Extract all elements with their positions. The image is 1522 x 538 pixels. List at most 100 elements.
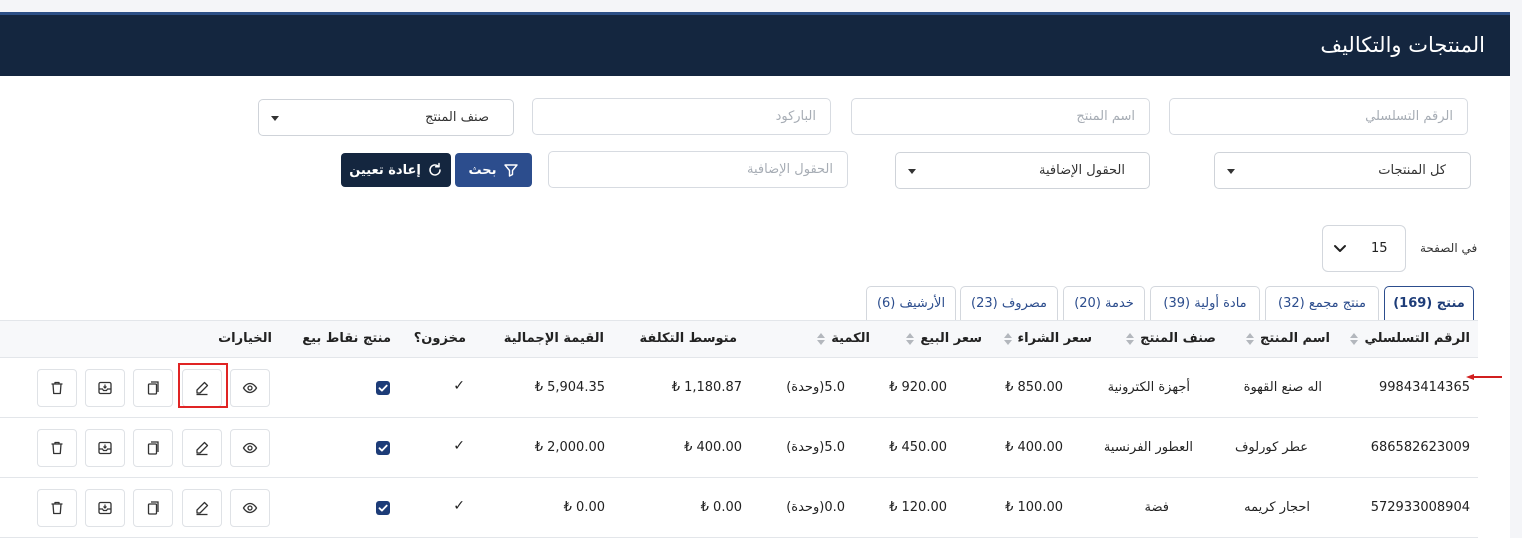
column-serial[interactable]: الرقم التسلسلي <box>1350 331 1470 346</box>
all-products-value: كل المنتجات <box>1378 163 1446 178</box>
reset-button[interactable]: إعادة تعيين <box>341 153 451 187</box>
search-button[interactable]: بحث <box>455 153 532 187</box>
cell-purchase-price: 400.00 ₺ <box>1005 440 1063 455</box>
archive-button[interactable] <box>85 369 125 407</box>
view-icon <box>242 502 258 514</box>
delete-button[interactable] <box>37 369 77 407</box>
extra-fields-input[interactable] <box>549 152 847 187</box>
column-purchase-price[interactable]: سعر الشراء <box>1003 331 1092 346</box>
cell-stored: ✓ <box>453 498 465 514</box>
archive-button[interactable] <box>85 429 125 467</box>
column-quantity[interactable]: الكمية <box>817 331 870 346</box>
product-name-field[interactable] <box>851 98 1150 135</box>
view-icon <box>242 382 258 394</box>
column-name[interactable]: اسم المنتج <box>1246 331 1330 346</box>
column-name-label: اسم المنتج <box>1260 331 1330 346</box>
view-button[interactable] <box>230 489 270 527</box>
page-header: المنتجات والتكاليف <box>0 15 1510 76</box>
sort-icon <box>817 332 826 345</box>
copy-button[interactable] <box>133 369 173 407</box>
cell-avg-cost: 400.00 ₺ <box>684 440 742 455</box>
pos-checkbox[interactable] <box>376 501 390 515</box>
delete-button[interactable] <box>37 489 77 527</box>
column-quantity-label: الكمية <box>831 331 870 346</box>
barcode-input[interactable] <box>533 99 830 134</box>
extra-fields-field[interactable] <box>548 151 848 188</box>
delete-icon <box>51 441 63 455</box>
cell-total-value: 2,000.00 ₺ <box>534 440 605 455</box>
edit-icon <box>196 501 209 516</box>
per-page-value: 15 <box>1371 241 1388 256</box>
products-page: المنتجات والتكاليف صنف المنتج كل المنتجا… <box>0 12 1510 538</box>
product-name-input[interactable] <box>852 99 1149 134</box>
barcode-field[interactable] <box>532 98 831 135</box>
table-row: 572933008904 احجار كريمه فضة 100.00 ₺ 12… <box>0 478 1478 538</box>
delete-icon <box>51 381 63 395</box>
tab-raw-materials[interactable]: مادة أولية (39) <box>1150 286 1260 320</box>
filter-icon <box>503 164 518 177</box>
column-options: الخيارات <box>218 331 272 346</box>
cell-serial: 99843414365 <box>1379 380 1470 395</box>
checkbox-icon <box>378 504 388 512</box>
cell-stored: ✓ <box>453 438 465 454</box>
pos-checkbox[interactable] <box>376 441 390 455</box>
archive-icon <box>98 501 112 515</box>
column-sale-price[interactable]: سعر البيع <box>906 331 982 346</box>
cell-avg-cost: 1,180.87 ₺ <box>671 380 742 395</box>
checkbox-icon <box>378 444 388 452</box>
edit-button[interactable] <box>182 489 222 527</box>
caret-down-icon <box>1227 169 1235 174</box>
tab-products[interactable]: منتج (169) <box>1384 286 1474 320</box>
caret-down-icon <box>271 116 279 121</box>
delete-button[interactable] <box>37 429 77 467</box>
column-stored-label: مخزون؟ <box>413 331 466 346</box>
table-row: 686582623009 عطر كورلوف العطور الفرنسية … <box>0 418 1478 478</box>
extra-fields-value: الحقول الإضافية <box>1039 163 1125 178</box>
cell-total-value: 0.00 ₺ <box>563 500 605 515</box>
per-page-select[interactable]: 15 <box>1322 225 1406 272</box>
cell-sale-price: 450.00 ₺ <box>889 440 947 455</box>
per-page-label: في الصفحة <box>1420 241 1478 255</box>
cell-total-value: 5,904.35 ₺ <box>534 380 605 395</box>
cell-avg-cost: 0.00 ₺ <box>700 500 742 515</box>
edit-button[interactable] <box>182 429 222 467</box>
column-total-value-label: القيمة الإجمالية <box>503 331 604 346</box>
reset-button-label: إعادة تعيين <box>349 162 421 178</box>
serial-number-input[interactable] <box>1170 99 1467 134</box>
chevron-down-icon <box>1334 245 1346 252</box>
column-category[interactable]: صنف المنتج <box>1126 331 1216 346</box>
product-category-select[interactable]: صنف المنتج <box>258 99 514 136</box>
copy-button[interactable] <box>133 429 173 467</box>
archive-icon <box>98 441 112 455</box>
pointer-arrow-icon <box>1466 374 1502 380</box>
sort-icon <box>1246 332 1254 345</box>
archive-button[interactable] <box>85 489 125 527</box>
tab-bundled-products[interactable]: منتج مجمع (32) <box>1265 286 1379 320</box>
page-title: المنتجات والتكاليف <box>1320 33 1485 57</box>
extra-fields-select[interactable]: الحقول الإضافية <box>895 152 1150 189</box>
cell-stored: ✓ <box>453 378 465 394</box>
cell-quantity: 0.0(وحدة) <box>786 500 845 515</box>
column-avg-cost: متوسط التكلفة <box>640 331 738 346</box>
sort-icon <box>906 332 915 345</box>
copy-button[interactable] <box>133 489 173 527</box>
view-button[interactable] <box>230 369 270 407</box>
tab-services[interactable]: خدمة (20) <box>1063 286 1145 320</box>
pos-checkbox[interactable] <box>376 381 390 395</box>
cell-serial: 686582623009 <box>1370 440 1470 455</box>
serial-number-field[interactable] <box>1169 98 1468 135</box>
table-header: الرقم التسلسلي اسم المنتج صنف المنتج سعر… <box>0 320 1478 358</box>
search-button-label: بحث <box>468 162 497 178</box>
tab-expenses[interactable]: مصروف (23) <box>960 286 1058 320</box>
reset-icon <box>429 162 441 176</box>
column-serial-label: الرقم التسلسلي <box>1364 331 1470 346</box>
all-products-select[interactable]: كل المنتجات <box>1214 152 1471 189</box>
cell-name: اله صنع القهوة <box>1243 380 1322 395</box>
column-stored: مخزون؟ <box>414 331 466 346</box>
tab-archive[interactable]: الأرشيف (6) <box>866 286 956 320</box>
column-avg-cost-label: متوسط التكلفة <box>639 331 738 346</box>
view-icon <box>242 442 258 454</box>
archive-icon <box>98 381 112 395</box>
column-total-value: القيمة الإجمالية <box>504 331 604 346</box>
view-button[interactable] <box>230 429 270 467</box>
